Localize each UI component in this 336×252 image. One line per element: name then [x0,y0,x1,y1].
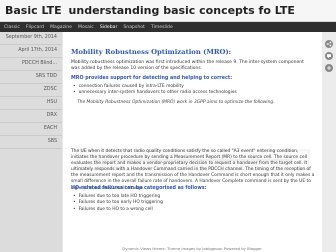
site-tagline: understanding basic concepts fo LTE [68,4,295,17]
sidebar-item-label: SRS TDD [35,74,57,79]
sidebar-item[interactable]: April 17th, 2014 [0,45,62,58]
ho-bullet: Failures due to HO to a wrong cell [73,207,163,213]
nav-item-snapshot[interactable]: Snapshot [123,25,144,30]
nav-item-magazine[interactable]: Magazine [50,25,72,30]
purpose-heading: MRO provides support for detecting and h… [71,76,233,81]
plus-button[interactable] [325,64,333,72]
site-title[interactable]: Basic LTE understanding basic concepts f… [5,4,295,17]
comment-icon [327,54,331,59]
sidebar-item-label: ZDSC [43,87,57,92]
site-title-text[interactable]: Basic LTE [5,4,62,17]
sidebar-item[interactable]: September 9th, 2014 [0,32,62,45]
figure-caption: The Mobility Robustness Optimization (MR… [77,100,275,105]
share-button[interactable] [325,40,333,48]
post-content: Mobility Robustness Optimization (MRO): … [63,32,322,252]
sidebar-item-label: PDCCH Blind... [21,61,57,66]
comment-button[interactable] [325,52,333,60]
sidebar-item[interactable]: EACH [0,123,62,136]
intro-paragraph: Mobility robustness optimization was fir… [71,60,304,71]
sidebar-item-label: DRX [46,113,57,118]
sidebar-item[interactable]: DRX [0,110,62,123]
sidebar-item-label: EACH [43,126,57,131]
post-title: Mobility Robustness Optimization (MRO): [71,48,232,56]
nav-item-classic[interactable]: Classic [4,25,20,30]
sidebar-item[interactable]: SBS [0,136,62,149]
action-rail [322,32,336,252]
sidebar-item-label: SBS [47,139,57,144]
sidebar-item[interactable]: HSU [0,97,62,110]
sidebar-item[interactable]: SRS TDD [0,71,62,84]
sidebar-item[interactable]: ZDSC [0,84,62,97]
nav-item-sidebar[interactable]: Sidebar [100,25,118,30]
sidebar-item[interactable]: PDCCH Blind... [0,58,62,71]
plus-icon [327,66,331,70]
ho-bullet: Failures due to too early HO triggering [73,200,163,206]
nav-item-flipcard[interactable]: Flipcard [26,25,44,30]
nav-item-timeslide[interactable]: Timeslide [151,25,173,30]
purpose-list: connection failures caused by intra-LTE … [73,84,237,96]
page-footer: Dynamic Views theme. Theme images by Jab… [122,246,263,251]
share-icon [326,41,332,47]
ho-heading: HO-related failures can be categorised a… [71,186,207,191]
sidebar-item-label: April 17th, 2014 [18,48,57,53]
sidebar-item-label: HSU [46,100,57,105]
post-list-sidebar: September 9th, 2014 April 17th, 2014 PDC… [0,32,62,252]
nav-item-mosaic[interactable]: Mosaic [78,25,94,30]
blog-header: Basic LTE understanding basic concepts f… [0,0,336,22]
purpose-bullet: unnecessary inter-system handovers to ot… [73,90,237,96]
ho-list: Failures due to too late HO triggering F… [73,194,163,213]
view-nav: Classic Flipcard Magazine Mosaic Sidebar… [0,22,336,32]
sidebar-item-label: September 9th, 2014 [5,35,57,40]
